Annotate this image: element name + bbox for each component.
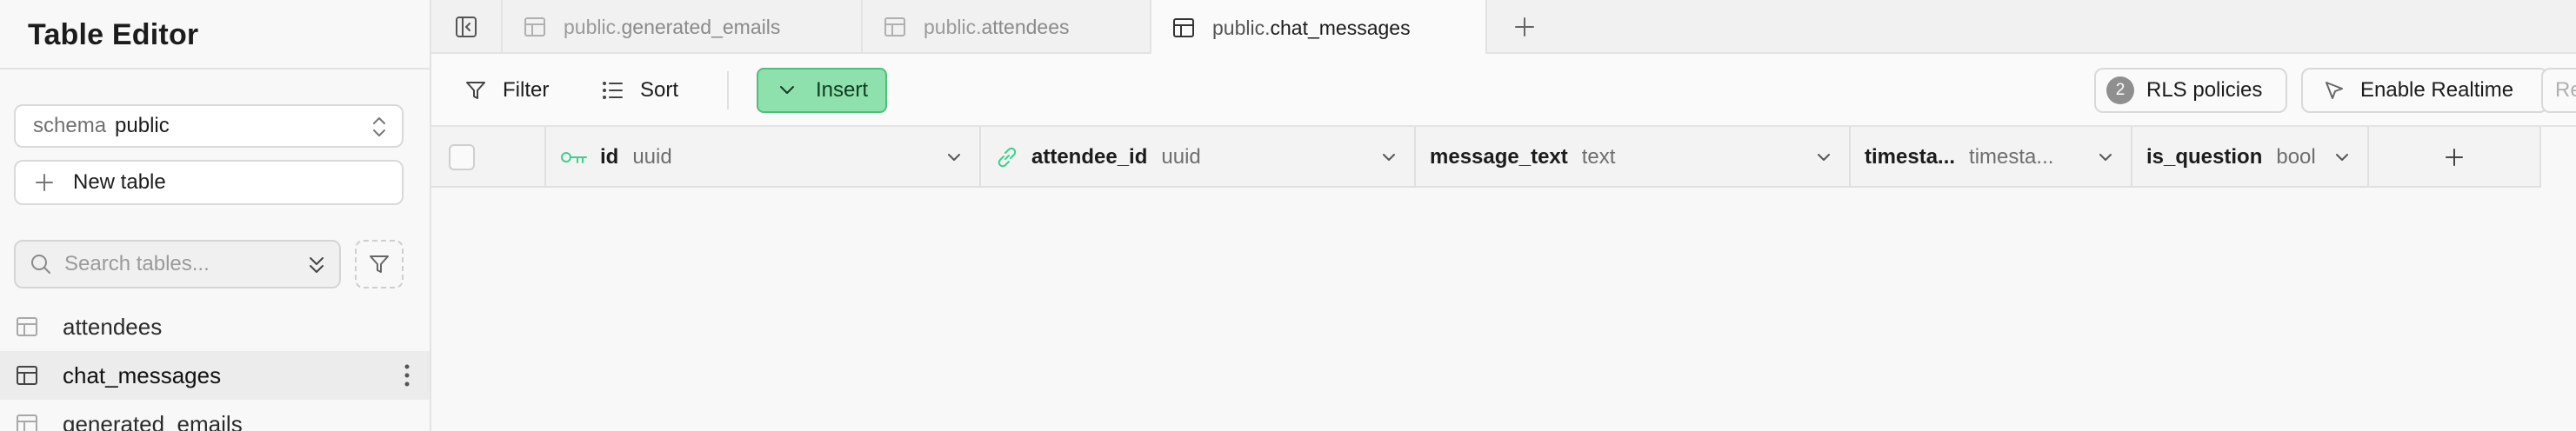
filter-tables-button[interactable] xyxy=(355,240,404,288)
table-item-label: generated_emails xyxy=(63,410,243,431)
column-type: text xyxy=(1581,145,1616,169)
schema-prefix-label: schema xyxy=(33,114,107,137)
plus-icon xyxy=(36,174,53,191)
search-icon xyxy=(31,255,50,274)
add-column-button[interactable] xyxy=(2369,127,2541,188)
column-header-timestamp[interactable]: timesta... timesta... xyxy=(1851,127,2132,188)
chevron-down-icon[interactable] xyxy=(1816,149,1832,165)
new-table-button[interactable]: New table xyxy=(14,160,404,205)
table-icon xyxy=(17,414,37,431)
realtime-label: Enable Realtime xyxy=(2360,78,2514,102)
schema-value: public xyxy=(115,114,170,137)
plus-icon xyxy=(1515,17,1534,36)
sort-button[interactable]: Sort xyxy=(602,68,678,113)
insert-button[interactable]: Insert xyxy=(757,68,887,113)
chevron-down-icon[interactable] xyxy=(2334,149,2350,165)
sidebar-collapse-icon xyxy=(456,17,477,37)
insert-label: Insert xyxy=(816,78,869,102)
sort-list-icon xyxy=(603,82,623,99)
rls-policies-button[interactable]: 2 RLS policies xyxy=(2094,68,2287,113)
column-name: is_question xyxy=(2146,145,2263,169)
collapse-chevrons-icon[interactable] xyxy=(306,254,327,276)
tab-schema-prefix: public. xyxy=(924,15,982,38)
key-icon xyxy=(561,152,587,163)
table-item-label: chat_messages xyxy=(63,361,222,388)
table-icon xyxy=(1173,18,1194,37)
column-type: bool xyxy=(2276,145,2316,169)
add-tab-button[interactable] xyxy=(1506,9,1543,45)
rls-count-badge: 2 xyxy=(2106,76,2134,104)
table-icon xyxy=(884,17,905,36)
table-icon xyxy=(17,366,37,385)
column-header-is-question[interactable]: is_question bool xyxy=(2132,127,2369,188)
tab-schema-prefix: public. xyxy=(1212,16,1271,39)
tab-bar: public. generated_emails public. attendees… xyxy=(431,0,2576,56)
tab-attendees[interactable]: public. attendees xyxy=(863,0,1151,54)
data-grid: id uuid attendee_id uuid message_text te… xyxy=(431,127,2576,431)
sort-label: Sort xyxy=(640,78,679,102)
filter-icon xyxy=(370,255,389,273)
column-name: timesta... xyxy=(1865,145,1956,169)
toolbar: Filter Sort Insert 2 RLS policies Enable… xyxy=(431,54,2576,127)
tab-label: chat_messages xyxy=(1270,16,1411,39)
filter-label: Filter xyxy=(503,78,550,102)
column-header-message-text[interactable]: message_text text xyxy=(1416,127,1851,188)
new-table-label: New table xyxy=(73,170,166,194)
link-icon xyxy=(998,147,1017,168)
rls-label: RLS policies xyxy=(2146,78,2263,102)
tab-generated-emails[interactable]: public. generated_emails xyxy=(503,0,863,54)
column-type: uuid xyxy=(632,145,672,169)
table-icon xyxy=(524,17,545,36)
grid-header-row: id uuid attendee_id uuid message_text te… xyxy=(431,127,2541,188)
column-header-id[interactable]: id uuid xyxy=(546,127,981,188)
select-all-checkbox[interactable] xyxy=(449,144,475,170)
column-name: id xyxy=(600,145,619,169)
tab-schema-prefix: public. xyxy=(564,15,622,38)
sidebar: Table Editor schema public New table att… xyxy=(0,0,431,431)
column-header-attendee-id[interactable]: attendee_id uuid xyxy=(981,127,1416,188)
chevron-down-icon[interactable] xyxy=(2098,149,2113,165)
toolbar-divider xyxy=(727,71,729,109)
sidebar-table-item[interactable]: attendees xyxy=(0,302,430,351)
enable-realtime-button[interactable]: Enable Realtime xyxy=(2301,68,2548,113)
tab-label: attendees xyxy=(981,15,1070,38)
search-tables-input[interactable] xyxy=(64,252,290,276)
search-tables-box xyxy=(14,240,341,288)
select-all-cell xyxy=(431,127,546,188)
page-title: Table Editor xyxy=(28,18,199,51)
table-item-label: attendees xyxy=(63,313,163,340)
tab-chat-messages[interactable]: public. chat_messages xyxy=(1151,0,1487,56)
column-type: uuid xyxy=(1161,145,1201,169)
chevron-down-icon xyxy=(780,86,794,94)
toggle-sidebar-button[interactable] xyxy=(431,0,503,54)
column-type: timesta... xyxy=(1969,145,2054,169)
sidebar-divider xyxy=(0,68,430,70)
tab-label: generated_emails xyxy=(621,15,781,38)
table-icon xyxy=(17,317,37,336)
sidebar-table-item[interactable]: chat_messages xyxy=(0,351,430,400)
chevron-down-icon[interactable] xyxy=(1381,149,1397,165)
chevron-down-icon[interactable] xyxy=(946,149,962,165)
filter-button[interactable]: Filter xyxy=(464,68,549,113)
filter-icon xyxy=(466,82,485,99)
cursor-pointer-icon xyxy=(2326,82,2343,99)
column-name: message_text xyxy=(1430,145,1568,169)
more-options-icon[interactable] xyxy=(404,363,410,388)
truncated-button-label: Re xyxy=(2555,78,2576,102)
sidebar-table-item[interactable]: generated_emails xyxy=(0,400,430,431)
schema-select[interactable]: schema public xyxy=(14,104,404,148)
chevron-up-down-icon xyxy=(373,117,385,136)
truncated-toolbar-button[interactable]: Re xyxy=(2541,68,2576,113)
column-name: attendee_id xyxy=(1031,145,1148,169)
plus-icon xyxy=(2446,149,2463,166)
